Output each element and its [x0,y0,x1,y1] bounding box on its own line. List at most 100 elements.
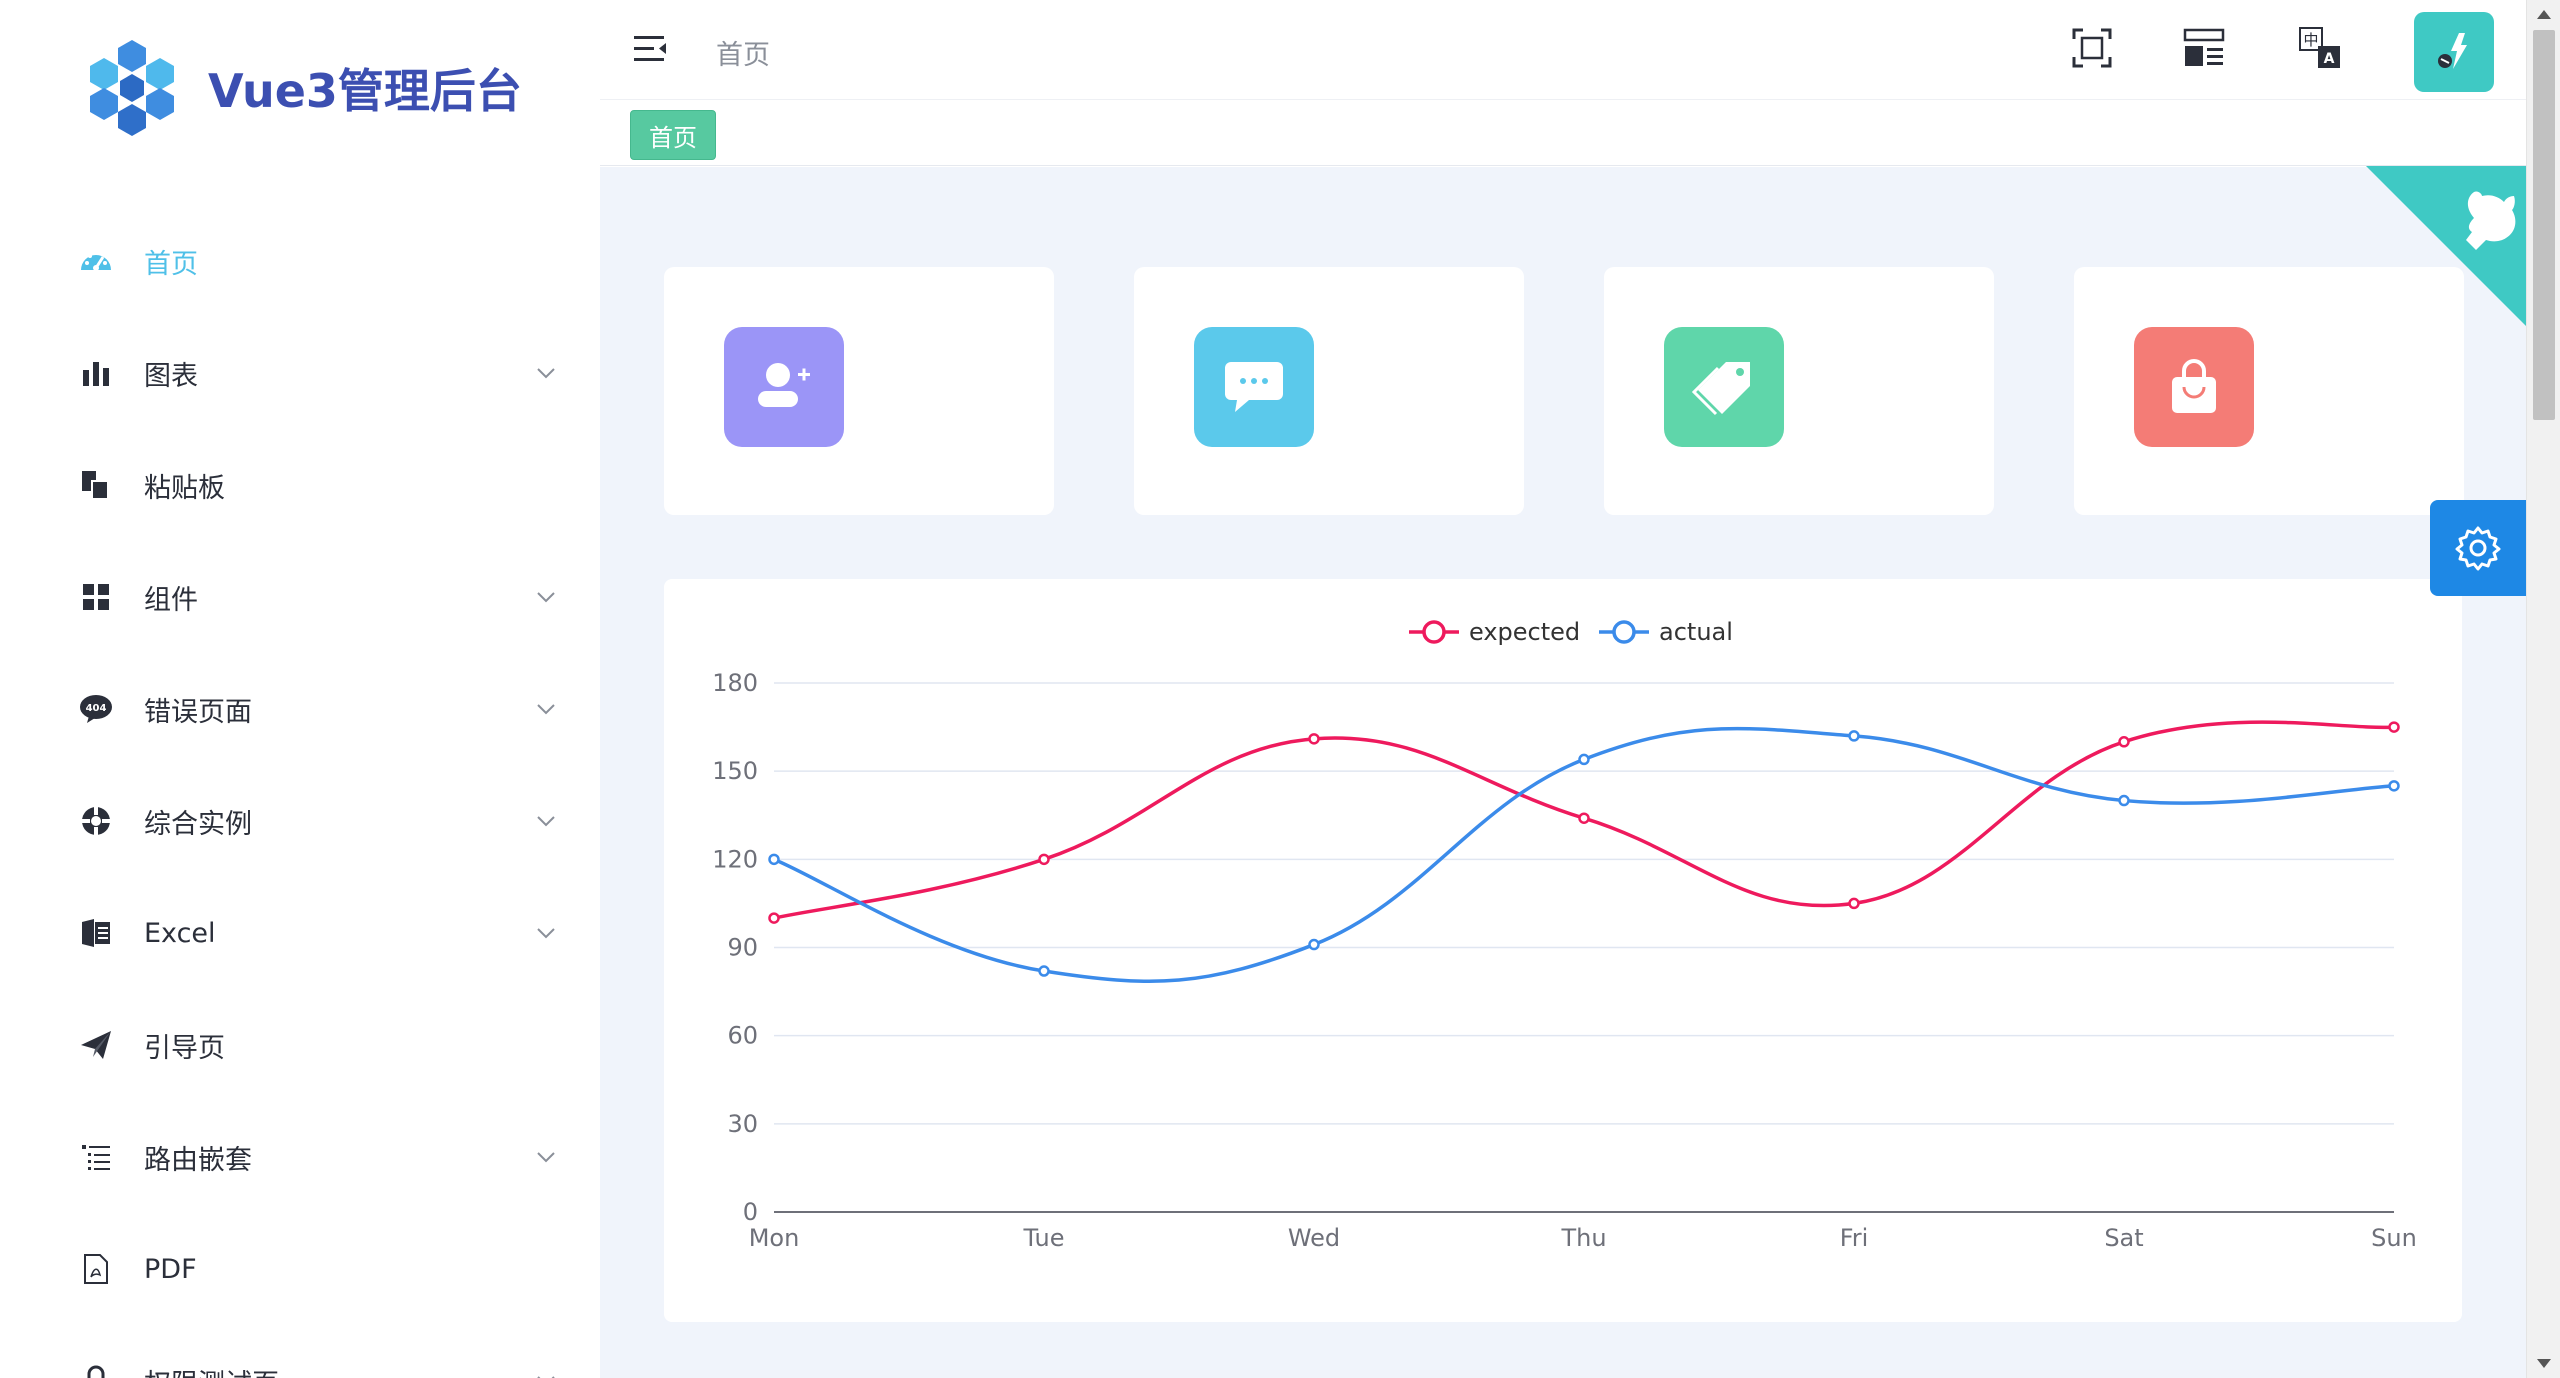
add-user-icon [724,327,844,447]
scroll-up-arrow-icon[interactable] [2537,10,2551,19]
github-corner-icon[interactable] [2366,166,2526,326]
sidebar-item-pdf[interactable]: PDF [0,1213,600,1325]
sidebar-item-label: 综合实例 [144,808,252,840]
sidebar-item-error-pages[interactable]: 404 错误页面 [0,653,600,765]
chevron-down-icon [537,1376,555,1378]
data-point-expected[interactable] [1038,853,1050,866]
breadcrumb[interactable]: 首页 [716,33,770,72]
data-point-actual[interactable] [1038,965,1050,977]
data-point-expected[interactable] [2118,736,2130,748]
clipboard-icon [78,467,114,503]
app-title: Vue3管理后台 [208,64,522,118]
grid-icon [78,579,114,615]
excel-icon [78,915,114,951]
stat-card-messages[interactable] [1134,267,1524,515]
data-point-expected[interactable] [768,912,780,924]
gear-icon [2455,526,2501,571]
sidebar-item-guide[interactable]: 引导页 [0,989,600,1101]
chevron-down-icon [537,592,555,603]
logo[interactable]: Vue3管理后台 [82,36,522,140]
data-point-actual[interactable] [2388,780,2400,792]
sidebar-item-label: 图表 [144,360,198,392]
tab-home[interactable]: 首页 [630,110,716,160]
example-icon [78,803,114,839]
x-tick-label: Sat [2104,1224,2143,1252]
dashboard-icon [78,243,114,279]
data-point-expected[interactable] [1848,897,1860,910]
sidebar-item-charts[interactable]: 图表 [0,317,600,429]
sidebar-item-label: PDF [144,1253,197,1285]
chevron-down-icon [537,928,555,939]
data-point-actual[interactable] [2118,794,2130,807]
series-line-actual [773,726,2395,983]
nested-list-icon [78,1139,114,1175]
y-tick-label: 120 [712,845,758,873]
sidebar-item-components[interactable]: 组件 [0,541,600,653]
sidebar-item-label: 粘贴板 [144,472,225,504]
legend-item-expected[interactable]: expected [1409,618,1580,646]
scroll-down-arrow-icon[interactable] [2537,1359,2551,1368]
y-tick-label: 0 [743,1198,758,1226]
bar-chart-icon [78,355,114,391]
legend-label: expected [1469,618,1580,646]
layout-icon[interactable] [2178,22,2230,74]
scroll-thumb[interactable] [2533,30,2555,420]
data-point-actual[interactable] [1308,938,1320,951]
sidebar: Vue3管理后台 首页 图表 粘贴板 组件 404 错误页面 综合实例 Exce… [0,0,600,1378]
translate-icon[interactable]: 中A [2294,22,2346,74]
x-tick-label: Tue [1023,1224,1065,1252]
sidebar-item-permission[interactable]: 权限测试页 [0,1325,600,1378]
fullscreen-icon[interactable] [2066,22,2118,74]
tags-view: 首页 [600,100,2526,166]
sidebar-item-label: 路由嵌套 [144,1144,252,1176]
x-tick-label: Thu [1560,1224,1606,1252]
menu-toggle-icon[interactable] [632,32,668,66]
sidebar-item-label: 引导页 [144,1032,225,1064]
x-tick-label: Wed [1288,1224,1340,1252]
sidebar-item-clipboard[interactable]: 粘贴板 [0,429,600,541]
stat-card-tags[interactable] [1604,267,1994,515]
top-header: 首页 中A [600,0,2526,100]
x-tick-label: Sun [2371,1224,2417,1252]
data-point-expected[interactable] [1578,812,1590,824]
line-chart-panel: 0 30 60 90 120 150 180 Mon Tue Wed Thu Fri Sat Sun e… [664,579,2462,1322]
x-tick-label: Fri [1840,1224,1869,1252]
data-point-actual[interactable] [1578,753,1590,766]
data-point-expected[interactable] [1308,733,1320,745]
y-tick-label: 150 [712,757,758,785]
y-tick-label: 30 [727,1110,758,1138]
sidebar-item-nested-routes[interactable]: 路由嵌套 [0,1101,600,1213]
y-tick-label: 180 [712,669,758,697]
data-point-expected[interactable] [2388,721,2400,733]
logo-icon [90,40,174,136]
svg-text:404: 404 [86,703,107,714]
data-point-actual[interactable] [768,853,780,866]
svg-text:A: A [2324,51,2335,67]
sidebar-menu: 首页 图表 粘贴板 组件 404 错误页面 综合实例 Excel 引导页 路由嵌… [0,205,600,1378]
error-404-icon: 404 [78,691,114,727]
y-tick-label: 90 [727,934,758,962]
sidebar-item-label: 首页 [144,248,198,280]
settings-button[interactable] [2430,500,2526,596]
sidebar-item-label: 权限测试页 [144,1362,279,1378]
sidebar-item-home[interactable]: 首页 [0,205,600,317]
x-tick-label: Mon [749,1224,800,1252]
chevron-down-icon [537,368,555,379]
y-tick-label: 60 [727,1022,758,1050]
dashboard-content: 0 30 60 90 120 150 180 Mon Tue Wed Thu Fri Sat Sun e… [600,167,2526,1378]
chevron-down-icon [537,816,555,827]
lock-icon [78,1363,114,1378]
chevron-down-icon [537,704,555,715]
page-scrollbar[interactable] [2526,0,2560,1378]
shopping-bag-icon [2134,327,2254,447]
paper-plane-icon [78,1027,114,1063]
legend-label: actual [1659,618,1733,646]
line-chart: 0 30 60 90 120 150 180 Mon Tue Wed Thu Fri Sat Sun e… [712,618,2417,1252]
legend-item-actual[interactable]: actual [1599,618,1733,646]
sidebar-item-excel[interactable]: Excel [0,877,600,989]
sidebar-item-examples[interactable]: 综合实例 [0,765,600,877]
stat-card-users[interactable] [664,267,1054,515]
avatar[interactable] [2414,12,2494,92]
sidebar-item-label: Excel [144,917,216,949]
data-point-actual[interactable] [1848,730,1860,742]
